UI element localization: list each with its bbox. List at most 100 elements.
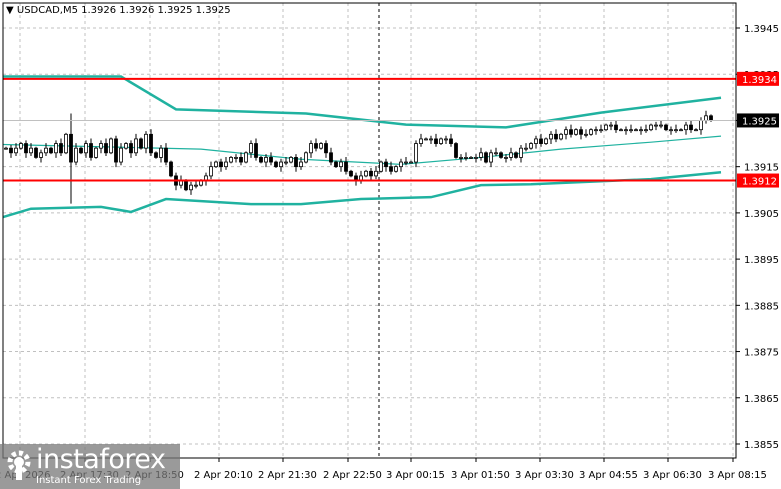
candle bbox=[469, 156, 473, 159]
candle-body bbox=[659, 124, 663, 127]
plot-frame bbox=[2, 2, 737, 459]
candle bbox=[79, 146, 83, 155]
candle bbox=[429, 135, 433, 145]
candle-body bbox=[169, 161, 173, 177]
candle bbox=[304, 151, 308, 164]
candle-body bbox=[184, 180, 188, 191]
logo-tagline: Instant Forex Trading bbox=[36, 475, 142, 486]
candle-body bbox=[459, 157, 463, 159]
candle-body bbox=[554, 133, 558, 140]
candle-body bbox=[364, 170, 368, 177]
candle-body bbox=[294, 157, 298, 168]
candle-body bbox=[139, 138, 143, 149]
candle-body bbox=[584, 133, 588, 136]
candle-body bbox=[314, 143, 318, 149]
candle-body bbox=[209, 166, 213, 177]
candle bbox=[634, 128, 638, 132]
candle-body bbox=[269, 157, 273, 163]
candle bbox=[584, 129, 588, 138]
candle-body bbox=[214, 161, 218, 168]
candle-body bbox=[264, 157, 268, 163]
y-tick-label: 1.3885 bbox=[744, 301, 779, 312]
candle-body bbox=[109, 138, 113, 154]
candle bbox=[479, 147, 483, 161]
candle-body bbox=[224, 161, 228, 168]
dropdown-triangle-icon[interactable]: ▼ bbox=[6, 5, 14, 16]
candle bbox=[619, 128, 623, 132]
candle bbox=[614, 119, 618, 133]
candle bbox=[94, 146, 98, 159]
candle bbox=[214, 160, 218, 169]
candle bbox=[114, 135, 118, 168]
candle-body bbox=[409, 161, 413, 164]
candle-body bbox=[14, 147, 18, 154]
candle bbox=[349, 169, 353, 178]
candle-body bbox=[59, 143, 63, 154]
candle bbox=[294, 154, 298, 172]
y-tick-label: 1.3895 bbox=[744, 255, 779, 266]
candle bbox=[544, 137, 548, 145]
candle bbox=[254, 138, 258, 161]
candle-body bbox=[4, 147, 8, 150]
candle-body bbox=[39, 152, 43, 158]
candle-body bbox=[564, 129, 568, 135]
candle bbox=[649, 123, 653, 132]
candle bbox=[344, 156, 348, 175]
price-chart[interactable]: 1.39451.39351.39251.39151.39051.38951.38… bbox=[0, 0, 781, 489]
x-tick-label: 3 Apr 04:55 bbox=[579, 470, 638, 481]
candle bbox=[119, 143, 123, 166]
candle-body bbox=[519, 147, 523, 158]
candle bbox=[489, 149, 493, 168]
candle-body bbox=[704, 115, 708, 121]
candle-body bbox=[524, 147, 528, 150]
candle-body bbox=[289, 157, 293, 163]
candle bbox=[639, 126, 643, 135]
candle bbox=[439, 137, 443, 145]
candle-body bbox=[129, 143, 133, 154]
candle bbox=[689, 119, 693, 133]
candle bbox=[129, 140, 133, 158]
candle bbox=[269, 152, 273, 166]
candle-body bbox=[64, 133, 68, 154]
candle-body bbox=[589, 129, 593, 135]
candle-body bbox=[654, 124, 658, 127]
candle-body bbox=[19, 143, 23, 149]
candle-body bbox=[424, 138, 428, 141]
candle-body bbox=[164, 147, 168, 163]
candle-body bbox=[159, 147, 163, 158]
candle-body bbox=[674, 129, 678, 132]
candle-body bbox=[149, 133, 153, 154]
candle bbox=[109, 137, 113, 155]
candle-body bbox=[514, 152, 518, 158]
candle-body bbox=[284, 161, 288, 164]
candle-body bbox=[99, 143, 103, 149]
candle-body bbox=[529, 143, 533, 149]
candle-body bbox=[439, 138, 443, 144]
candle bbox=[579, 126, 583, 140]
candle bbox=[534, 135, 538, 149]
gear-logo-icon bbox=[7, 450, 31, 480]
candle bbox=[99, 140, 103, 154]
candle-body bbox=[484, 152, 488, 163]
candle-body bbox=[404, 161, 408, 164]
candle-body bbox=[534, 138, 538, 144]
candle-body bbox=[344, 161, 348, 172]
candle bbox=[594, 126, 598, 135]
candle bbox=[684, 121, 688, 135]
candle-body bbox=[69, 133, 73, 163]
candle-body bbox=[259, 157, 263, 163]
candle-body bbox=[194, 184, 198, 187]
candle-body bbox=[669, 129, 673, 132]
candle bbox=[599, 124, 603, 133]
candle-body bbox=[639, 129, 643, 132]
candle-body bbox=[509, 152, 513, 158]
y-tick-label: 1.3905 bbox=[744, 209, 779, 220]
candle bbox=[694, 128, 698, 132]
candle-body bbox=[414, 143, 418, 163]
candle-body bbox=[254, 143, 258, 158]
candle bbox=[374, 166, 378, 180]
candle bbox=[674, 124, 678, 133]
candle-body bbox=[579, 129, 583, 135]
candle bbox=[329, 147, 333, 166]
candle bbox=[399, 158, 403, 172]
